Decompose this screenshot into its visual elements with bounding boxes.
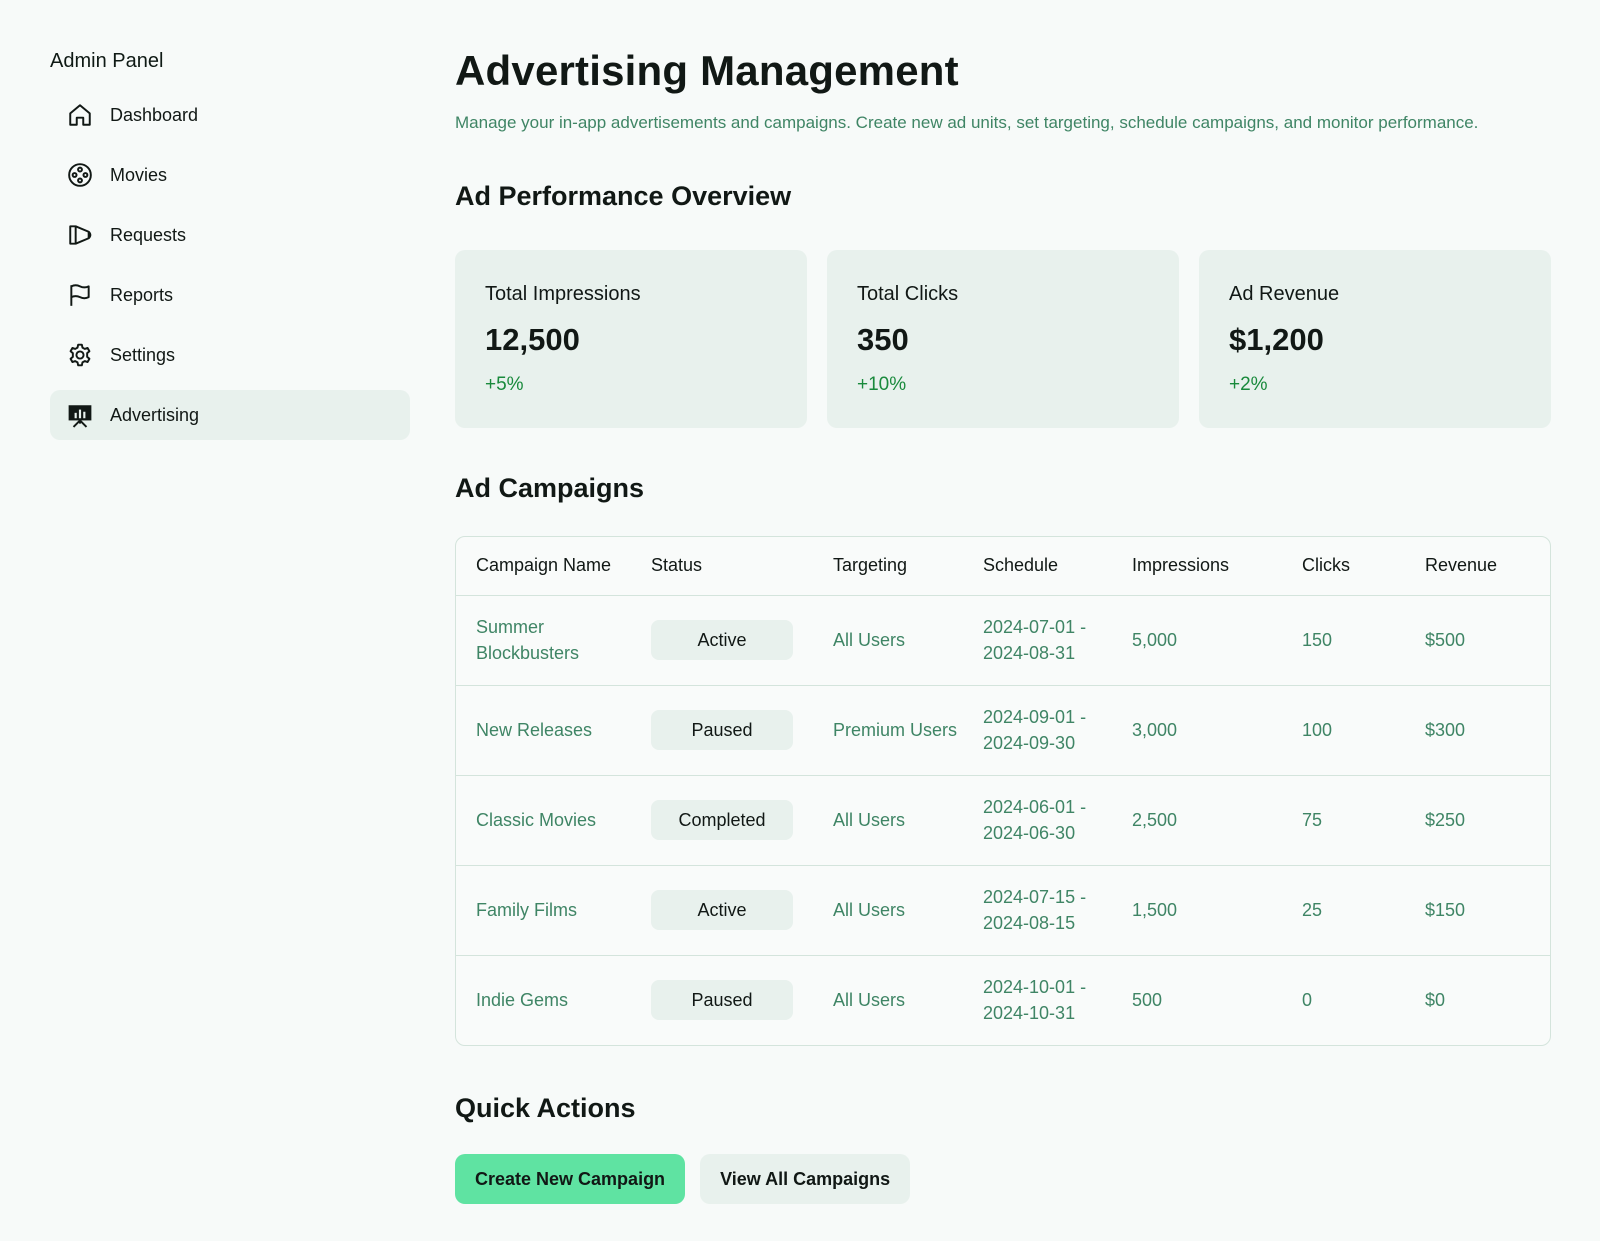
schedule-cell: 2024-09-01 - 2024-09-30 (963, 685, 1112, 776)
quick-actions-title: Quick Actions (455, 1093, 636, 1123)
impressions-cell: 500 (1132, 990, 1163, 1011)
clicks-cell: 75 (1282, 775, 1405, 866)
column-header: Targeting (813, 537, 963, 596)
sidebar-item-movies[interactable]: Movies (50, 150, 410, 200)
campaign-name: Indie Gems (476, 990, 569, 1011)
main-content: Advertising Management Manage your in-ap… (455, 40, 1551, 1204)
sidebar: Admin Panel Dashboard Movies Requests Re… (50, 46, 410, 450)
status-badge: Completed (651, 800, 793, 840)
metric-change: +5% (485, 374, 524, 395)
status-badge: Paused (651, 980, 793, 1021)
sidebar-item-label: Requests (110, 224, 187, 245)
status-cell: Active (631, 595, 813, 686)
quick-actions: Create New Campaign View All Campaigns (455, 1154, 1551, 1204)
revenue-cell: $500 (1405, 595, 1550, 686)
column-header: Impressions (1112, 537, 1282, 596)
impressions-cell: 3,000 (1112, 685, 1282, 776)
brand-title: Admin Panel (50, 50, 164, 72)
campaigns-section-title: Ad Campaigns (455, 473, 645, 503)
metric-label: Total Clicks (857, 283, 959, 305)
sidebar-item-label: Dashboard (110, 104, 199, 125)
flag-icon (66, 281, 94, 309)
film-reel-icon (66, 161, 94, 189)
sidebar-item-label: Movies (110, 164, 168, 185)
impressions-cell: 5,000 (1112, 595, 1282, 686)
table-row[interactable]: Summer Blockbusters Active All Users 202… (456, 595, 1550, 686)
table-row[interactable]: Family Films Active All Users 2024-07-15… (456, 865, 1550, 956)
megaphone-icon (66, 221, 94, 249)
targeting-cell: All Users (813, 865, 963, 956)
schedule-cell: 2024-07-15 - 2024-08-15 (963, 865, 1112, 956)
presentation-chart-icon (66, 401, 94, 429)
page-subtitle: Manage your in-app advertisements and ca… (455, 113, 1479, 132)
sidebar-item-reports[interactable]: Reports (50, 270, 410, 320)
sidebar-item-label: Advertising (110, 404, 200, 425)
metric-value: 12,500 (485, 322, 580, 357)
column-header: Clicks (1282, 537, 1405, 596)
column-header: Revenue (1405, 537, 1550, 596)
clicks-cell: 150 (1282, 595, 1405, 686)
targeting-cell: All Users (833, 990, 906, 1011)
table-row[interactable]: New Releases Paused Premium Users 2024-0… (456, 685, 1550, 776)
table-row[interactable]: Indie Gems Paused All Users 2024-10-01 -… (456, 955, 1550, 1045)
sidebar-item-advertising[interactable]: Advertising (50, 390, 410, 440)
targeting-cell: Premium Users (813, 685, 963, 776)
performance-cards: Total Impressions 12,500 +5% Total Click… (455, 250, 1551, 428)
impressions-cell: 1,500 (1112, 865, 1282, 956)
column-header: Status (631, 537, 813, 596)
house-icon (66, 101, 94, 129)
targeting-cell: All Users (813, 775, 963, 866)
metric-change: +10% (857, 374, 907, 395)
schedule-cell: 2024-07-01 - 2024-08-31 (963, 595, 1112, 686)
column-header: Schedule (963, 537, 1112, 596)
clicks-cell: 0 (1302, 990, 1313, 1011)
metric-label: Ad Revenue (1229, 283, 1340, 305)
campaign-name: New Releases (456, 685, 631, 776)
revenue-cell: $150 (1405, 865, 1550, 956)
clicks-cell: 100 (1282, 685, 1405, 776)
schedule-cell: 2024-10-01 - 2024-10-31 (983, 977, 1087, 1024)
table-row[interactable]: Classic Movies Completed All Users 2024-… (456, 775, 1550, 866)
status-cell: Active (631, 865, 813, 956)
status-badge: Paused (651, 710, 793, 750)
sidebar-item-label: Reports (110, 284, 174, 305)
column-header: Campaign Name (456, 537, 631, 596)
sidebar-item-settings[interactable]: Settings (50, 330, 410, 380)
status-cell: Paused (631, 955, 813, 1045)
gear-icon (66, 341, 94, 369)
clicks-cell: 25 (1282, 865, 1405, 956)
metric-change: +2% (1229, 374, 1268, 395)
metric-value: 350 (857, 322, 909, 357)
sidebar-item-dashboard[interactable]: Dashboard (50, 90, 410, 140)
targeting-cell: All Users (813, 595, 963, 686)
impressions-cell: 2,500 (1112, 775, 1282, 866)
metric-label: Total Impressions (485, 283, 641, 305)
status-cell: Paused (631, 685, 813, 776)
revenue-cell: $250 (1405, 775, 1550, 866)
create-campaign-button[interactable]: Create New Campaign (455, 1154, 686, 1204)
status-badge: Active (651, 890, 793, 930)
status-cell: Completed (631, 775, 813, 866)
revenue-cell: $300 (1405, 685, 1550, 776)
status-badge: Active (651, 620, 793, 660)
sidebar-item-requests[interactable]: Requests (50, 210, 410, 260)
metric-value: $1,200 (1229, 322, 1324, 357)
campaign-name: Classic Movies (456, 775, 631, 866)
schedule-cell: 2024-06-01 - 2024-06-30 (963, 775, 1112, 866)
sidebar-item-label: Settings (110, 344, 176, 365)
table-header-row: Campaign Name Status Targeting Schedule … (456, 537, 1550, 596)
metric-card-revenue: Ad Revenue $1,200 +2% (1199, 250, 1551, 428)
campaign-name: Family Films (456, 865, 631, 956)
view-all-campaigns-button[interactable]: View All Campaigns (700, 1154, 911, 1204)
campaign-name: Summer Blockbusters (456, 595, 631, 686)
performance-section-title: Ad Performance Overview (455, 181, 792, 211)
page-title: Advertising Management (455, 47, 959, 94)
revenue-cell: $0 (1425, 990, 1446, 1011)
metric-card-impressions: Total Impressions 12,500 +5% (455, 250, 807, 428)
campaigns-table: Campaign Name Status Targeting Schedule … (455, 536, 1551, 1046)
metric-card-clicks: Total Clicks 350 +10% (827, 250, 1179, 428)
